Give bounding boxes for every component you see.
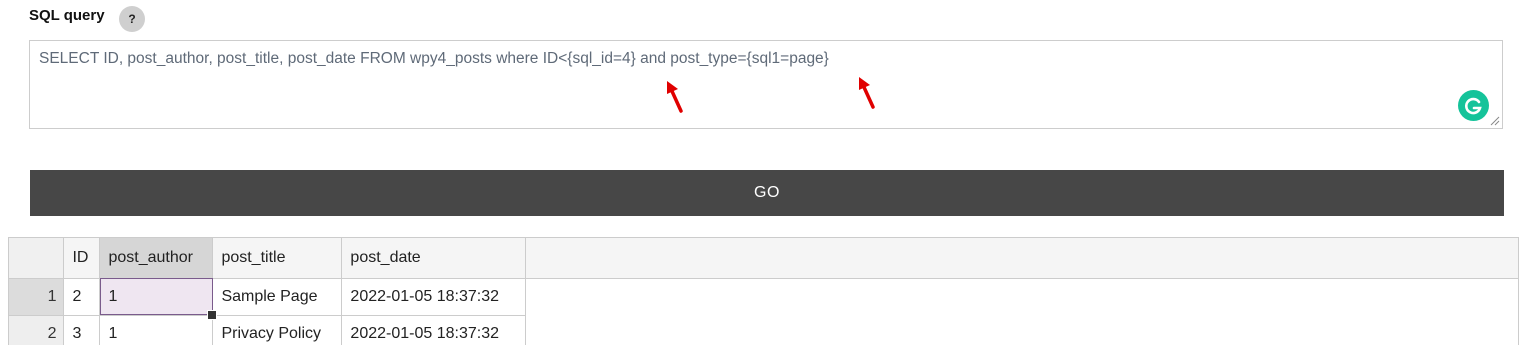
column-header-post-title[interactable]: post_title bbox=[212, 238, 343, 279]
row-number[interactable]: 1 bbox=[9, 278, 65, 316]
sql-query-label: SQL query bbox=[29, 7, 105, 24]
cell-post-date[interactable]: 2022-01-05 18:37:32 bbox=[341, 315, 527, 345]
cell-post-author[interactable]: 1 bbox=[99, 315, 214, 345]
row-filler bbox=[525, 315, 1518, 345]
column-header-id[interactable]: ID bbox=[63, 238, 101, 279]
red-arrow-icon bbox=[667, 81, 683, 113]
go-button[interactable]: GO bbox=[30, 170, 1504, 216]
grammarly-icon[interactable] bbox=[1458, 90, 1489, 121]
fill-handle[interactable] bbox=[207, 309, 218, 320]
cell-post-date[interactable]: 2022-01-05 18:37:32 bbox=[341, 278, 527, 316]
cell-post-title[interactable]: Sample Page bbox=[212, 278, 343, 316]
header-filler bbox=[525, 238, 1518, 279]
sql-query-textarea[interactable]: SELECT ID, post_author, post_title, post… bbox=[29, 40, 1503, 129]
cell-post-title[interactable]: Privacy Policy bbox=[212, 315, 343, 345]
table-row: 1 2 1 Sample Page 2022-01-05 18:37:32 bbox=[9, 278, 1518, 320]
red-arrow-icon bbox=[859, 77, 875, 109]
results-grid: ID post_author post_title post_date 1 2 … bbox=[8, 237, 1519, 345]
column-header-post-date[interactable]: post_date bbox=[341, 238, 527, 279]
help-icon[interactable]: ? bbox=[119, 6, 145, 32]
cell-post-author-value: 1 bbox=[108, 287, 118, 305]
header-row: ID post_author post_title post_date bbox=[9, 238, 1518, 279]
corner-cell[interactable] bbox=[9, 238, 65, 279]
column-header-post-author[interactable]: post_author bbox=[99, 238, 214, 279]
resize-handle-icon[interactable] bbox=[1490, 116, 1500, 126]
cell-id[interactable]: 3 bbox=[63, 315, 101, 345]
row-number[interactable]: 2 bbox=[9, 315, 65, 345]
cell-post-author-active[interactable]: 1 bbox=[99, 278, 218, 320]
row-filler bbox=[525, 278, 1518, 315]
sql-query-text[interactable]: SELECT ID, post_author, post_title, post… bbox=[39, 50, 829, 68]
cell-id[interactable]: 2 bbox=[63, 278, 101, 316]
table-row: 2 3 1 Privacy Policy 2022-01-05 18:37:32 bbox=[9, 315, 1518, 345]
